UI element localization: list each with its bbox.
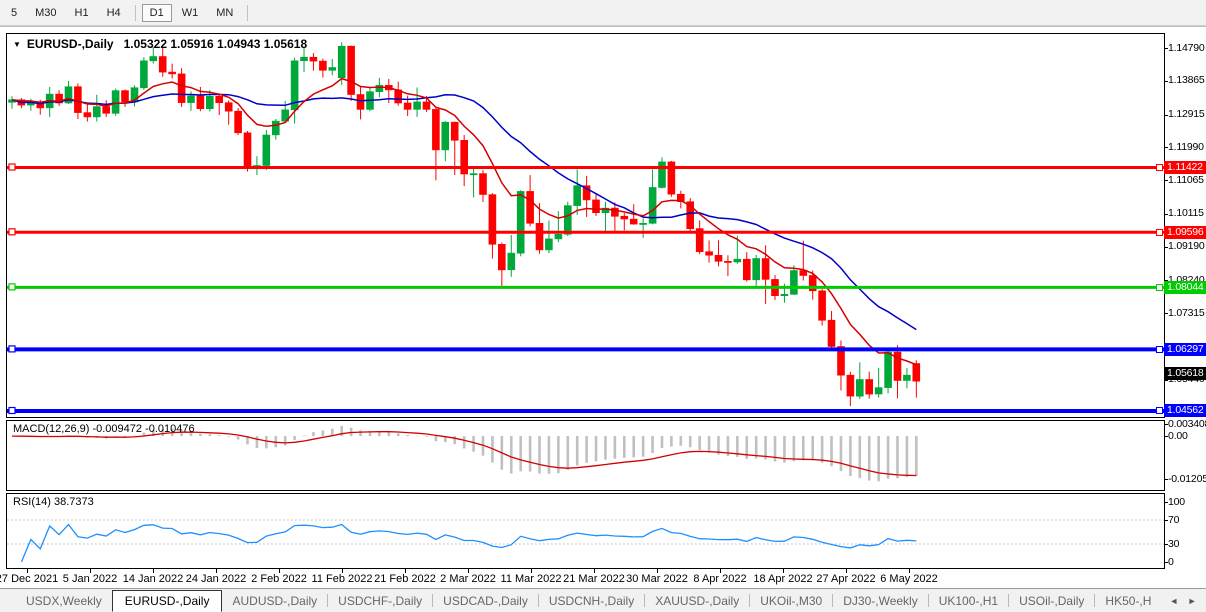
timeframe-button-d1[interactable]: D1 [142,4,172,22]
rsi-tick-label: 100 [1168,496,1185,508]
chart-title: ▼ EURUSD-,Daily 1.05322 1.05916 1.04943 1.… [13,37,307,51]
rsi-label: RSI(14) 38.7373 [13,496,94,508]
price-label-1.06297: 1.06297 [1164,343,1206,356]
tab-scroll-right-icon[interactable]: ► [1188,596,1197,606]
rsi-tick-label: 70 [1168,514,1179,526]
date-label: 8 Apr 2022 [693,573,746,585]
timeframe-button-h4[interactable]: H4 [99,4,129,22]
line-handle[interactable] [9,164,15,170]
candlesticks [9,42,920,406]
macd-tick-label: -0.01205 [1168,473,1206,485]
rsi-tick-label: 0 [1168,556,1174,568]
date-label: 11 Mar 2022 [501,573,562,585]
date-label: 24 Jan 2022 [186,573,247,585]
timeframe-button-m30[interactable]: M30 [27,4,64,22]
tab-usdcad-daily[interactable]: USDCAD-,Daily [433,591,538,611]
rsi-line [21,525,916,563]
line-handle[interactable] [1156,164,1163,171]
price-label-1.09596: 1.09596 [1164,226,1206,239]
date-label: 18 Apr 2022 [753,573,812,585]
line-handle[interactable] [1156,284,1163,291]
date-label: 2 Feb 2022 [251,573,307,585]
timeframe-toolbar: 5M30H1H4 D1W1MN [0,0,1206,26]
date-label: 30 Mar 2022 [626,573,688,585]
toolbar-separator [247,5,248,21]
tab-usdchf-daily[interactable]: USDCHF-,Daily [328,591,432,611]
tab-dj30-weekly[interactable]: DJ30-,Weekly [833,591,927,611]
line-handle[interactable] [1156,407,1163,414]
tab-uk100-h1[interactable]: UK100-,H1 [929,591,1008,611]
rsi-tick-label: 30 [1168,538,1179,550]
price-tick-label: 1.14790 [1168,42,1205,54]
macd-tick-label: 0.003408 [1168,418,1206,430]
tab-scroll-arrows: ◄ ► [1160,588,1206,612]
tab-eurusd-daily[interactable]: EURUSD-,Daily [112,590,223,612]
tab-usoil-daily[interactable]: USOil-,Daily [1009,591,1094,611]
price-label-1.11422: 1.11422 [1164,161,1206,174]
rsi-canvas[interactable] [7,495,1164,568]
price-tick-label: 1.10115 [1168,207,1204,219]
chart-symbol-label: EURUSD-,Daily [27,37,114,51]
price-tick-label: 1.07315 [1168,307,1205,319]
date-label: 27 Dec 2021 [0,573,58,585]
tab-usdcnh-daily[interactable]: USDCNH-,Daily [539,591,644,611]
line-handle[interactable] [9,408,15,414]
price-label-1.08044: 1.08044 [1164,281,1206,294]
macd-label: MACD(12,26,9) -0.009472 -0.010476 [13,423,195,435]
chart-ohlc-values: 1.05322 1.05916 1.04943 1.05618 [124,37,308,51]
timeframe-button-h1[interactable]: H1 [67,4,97,22]
timeframe-button-5[interactable]: 5 [3,4,25,22]
chart-tab-bar: USDX,WeeklyEURUSD-,DailyAUDUSD-,DailyUSD… [0,588,1206,612]
date-label: 6 May 2022 [880,573,937,585]
price-tick-label: 1.13865 [1168,74,1205,86]
line-handle[interactable] [1156,229,1163,236]
date-label: 27 Apr 2022 [816,573,875,585]
price-tick-label: 1.11065 [1168,174,1204,186]
tab-scroll-left-icon[interactable]: ◄ [1169,596,1178,606]
date-label: 21 Mar 2022 [563,573,625,585]
price-tick-label: 1.12915 [1168,108,1205,120]
date-label: 14 Jan 2022 [123,573,184,585]
line-handle[interactable] [1156,346,1163,353]
date-label: 5 Jan 2022 [63,573,117,585]
macd-tick-label: 0.00 [1168,430,1188,442]
line-handle[interactable] [9,284,15,290]
date-label: 2 Mar 2022 [440,573,496,585]
price-tick-label: 1.11990 [1168,141,1204,153]
timeframe-button-mn[interactable]: MN [208,4,241,22]
tab-ukoil-m30[interactable]: UKOil-,M30 [750,591,832,611]
price-label-1.05618: 1.05618 [1164,367,1206,380]
main-chart-canvas[interactable] [7,34,1164,417]
date-label: 21 Feb 2022 [374,573,436,585]
toolbar-separator [135,5,136,21]
date-label: 11 Feb 2022 [312,573,373,585]
symbol-dropdown-icon[interactable]: ▼ [13,40,21,49]
line-handle[interactable] [9,346,15,352]
moving-average-ema10 [12,79,916,365]
terminal-window: 5M30H1H4 D1W1MN ▼ EURUSD-,Daily 1.05322 1.0… [0,0,1206,612]
tab-hk50-h[interactable]: HK50-,H [1095,591,1161,611]
price-tick-label: 1.09190 [1168,240,1205,252]
tab-usdx-weekly[interactable]: USDX,Weekly [16,591,112,611]
tab-audusd-daily[interactable]: AUDUSD-,Daily [222,591,327,611]
tab-xauusd-daily[interactable]: XAUUSD-,Daily [645,591,749,611]
line-handle[interactable] [9,229,15,235]
price-label-1.04562: 1.04562 [1164,404,1206,417]
chart-window: ▼ EURUSD-,Daily 1.05322 1.05916 1.04943 1.… [0,26,1206,589]
timeframe-button-w1[interactable]: W1 [174,4,207,22]
